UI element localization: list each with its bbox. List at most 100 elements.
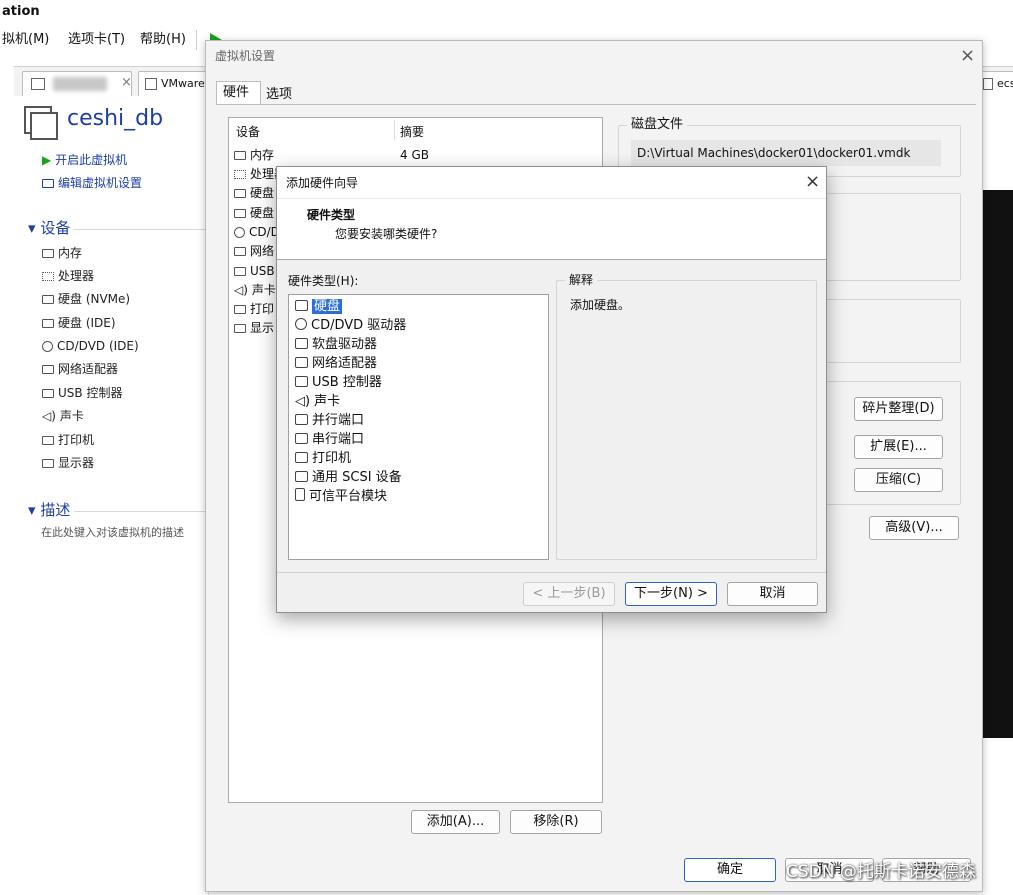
table-row[interactable]: 内存 [234,147,274,163]
remove-hardware-button[interactable]: 移除(R) [510,810,602,834]
edit-vm-settings-link[interactable]: 编辑虚拟机设置 [42,175,142,191]
monitor-icon [42,459,54,468]
explanation-group: 解释 添加硬盘。 [556,272,817,560]
expand-button[interactable]: 扩展(E)... [854,435,943,459]
device-cell: 显示 [250,321,275,335]
tab-ceshi-db[interactable]: × [22,71,132,97]
disk-file-path[interactable]: D:\Virtual Machines\docker01\docker01.vm… [631,140,941,166]
vm-summary-sidebar: ceshi_db ▶ 开启此虚拟机 编辑虚拟机设置 ▾ 设备 内存 处理器 硬盘… [14,96,209,895]
vm-icon [31,78,45,90]
device-cdrom[interactable]: CD/DVD (IDE) [42,338,139,356]
edit-settings-icon [42,179,54,188]
ok-button[interactable]: 确定 [684,858,776,882]
memory-icon [42,249,54,258]
device-label: 打印机 [58,433,95,447]
tab-vmware[interactable]: VMware [138,71,208,97]
table-row[interactable]: 硬盘 [234,205,274,221]
advanced-button[interactable]: 高级(V)... [869,516,959,540]
close-icon[interactable]: × [805,173,820,191]
list-item-tpm[interactable]: 可信平台模块 [295,487,387,506]
device-cell: USB [250,264,275,278]
tpm-chip-icon [295,488,305,501]
usb-icon [234,267,246,276]
list-item-network[interactable]: 网络适配器 [295,354,377,373]
device-cell: 内存 [250,148,275,162]
wizard-heading: 硬件类型 [307,208,356,222]
tab-hardware[interactable]: 硬件 [216,81,261,105]
device-disk-nvme[interactable]: 硬盘 (NVMe) [42,291,130,309]
serial-port-icon [295,433,308,444]
table-row[interactable]: ◁) 声卡 [234,282,276,298]
cpu-icon [42,272,54,281]
list-item-hard-disk[interactable]: 硬盘 [295,297,343,316]
disk-file-label: 磁盘文件 [627,117,688,133]
device-memory[interactable]: 内存 [42,245,82,263]
close-icon[interactable]: × [121,75,132,90]
printer-icon [42,436,54,445]
device-label: 内存 [58,246,83,260]
list-item-floppy[interactable]: 软盘驱动器 [295,335,377,354]
list-item-parallel[interactable]: 并行端口 [295,411,364,430]
printer-icon [295,452,308,463]
device-display[interactable]: 显示器 [42,455,94,473]
list-item-usb[interactable]: USB 控制器 [295,373,382,392]
list-item-sound[interactable]: ◁) 声卡 [295,392,340,411]
device-network[interactable]: 网络适配器 [42,361,118,379]
wizard-title: 添加硬件向导 [286,176,359,190]
table-row[interactable]: 显示 [234,320,274,336]
device-label: 硬盘 (IDE) [58,316,116,330]
device-label: 网络适配器 [58,362,119,376]
table-row[interactable]: USB [234,263,275,279]
device-sound[interactable]: ◁) 声卡 [42,408,84,426]
floppy-icon [295,338,308,349]
list-item-scsi[interactable]: 通用 SCSI 设备 [295,468,402,487]
dialog-title: 虚拟机设置 [215,49,276,63]
scsi-icon [295,471,308,482]
back-button[interactable]: < 上一步(B) [523,582,615,606]
description-input[interactable]: 在此处键入对该虚拟机的描述 [41,525,184,541]
list-item-label: 串行端口 [312,432,365,447]
summary-cell: 4 GB [400,148,429,162]
toolbar-divider [196,30,197,50]
list-item-printer[interactable]: 打印机 [295,449,351,468]
memory-icon [234,151,246,160]
wizard-header [277,167,826,259]
table-row[interactable]: 网络 [234,243,274,259]
device-label: 处理器 [58,269,95,283]
cpu-icon [234,170,246,179]
hardware-type-list[interactable]: 硬盘 CD/DVD 驱动器 软盘驱动器 网络适配器 USB 控制器 ◁) 声卡 并… [288,294,549,560]
device-disk-ide[interactable]: 硬盘 (IDE) [42,315,116,333]
defrag-button[interactable]: 碎片整理(D) [854,397,943,421]
menu-vm[interactable]: 拟机(M) [2,32,49,48]
device-printer[interactable]: 打印机 [42,432,94,450]
device-cpu[interactable]: 处理器 [42,268,94,286]
menu-help[interactable]: 帮助(H) [140,32,186,48]
compact-button[interactable]: 压缩(C) [854,468,943,492]
add-hardware-button[interactable]: 添加(A)... [411,810,500,834]
tab-options[interactable]: 选项 [260,85,305,105]
list-item-cd-dvd[interactable]: CD/DVD 驱动器 [295,316,406,335]
device-label: 显示器 [58,456,95,470]
device-label: 声卡 [59,409,84,423]
list-item-label: CD/DVD 驱动器 [311,318,407,333]
devices-section-header[interactable]: ▾ 设备 [28,220,70,236]
table-row[interactable]: 硬盘 [234,185,274,201]
device-usb[interactable]: USB 控制器 [42,385,122,403]
list-item-label: 软盘驱动器 [312,337,378,352]
description-section-header[interactable]: ▾ 描述 [28,502,70,518]
table-row[interactable]: CD/D [234,224,280,240]
next-button[interactable]: 下一步(N) > [625,582,717,606]
list-item-serial[interactable]: 串行端口 [295,430,364,449]
menu-tabs[interactable]: 选项卡(T) [68,32,125,48]
cd-icon [295,318,307,330]
list-item-label: USB 控制器 [312,375,382,390]
app-title: ation [2,4,40,19]
device-cell: 硬盘 [250,186,275,200]
table-row[interactable]: 打印 [234,301,274,317]
wizard-cancel-button[interactable]: 取消 [727,582,818,606]
divider [277,572,826,573]
tab-label: ecs [997,77,1013,90]
close-icon[interactable]: × [960,47,975,65]
start-vm-link[interactable]: ▶ 开启此虚拟机 [42,152,127,168]
explanation-text: 添加硬盘。 [570,298,631,312]
